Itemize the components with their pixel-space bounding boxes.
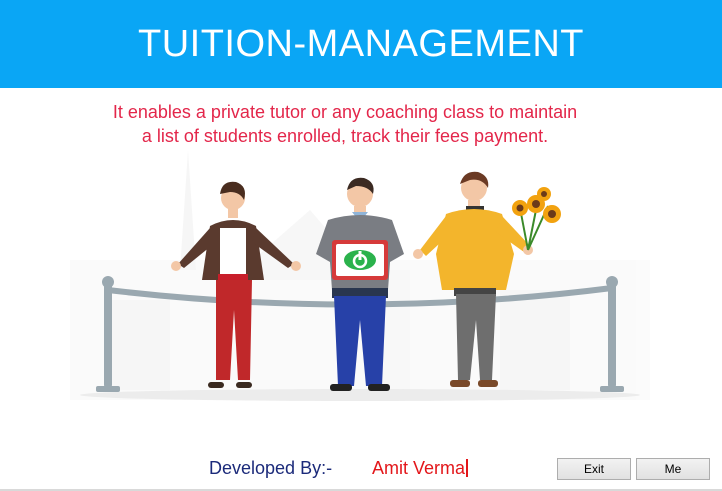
text-caret (466, 459, 469, 477)
exit-button[interactable]: Exit (557, 458, 631, 480)
welcome-illustration (70, 150, 650, 401)
developed-by-label: Developed By:- (209, 458, 333, 478)
app-description: It enables a private tutor or any coachi… (112, 102, 578, 146)
developer-name: Amit Verma (372, 458, 466, 478)
app-header: TUITION-MANAGEMENT (0, 0, 722, 88)
app-title: TUITION-MANAGEMENT (138, 22, 584, 65)
me-button[interactable]: Me (636, 458, 710, 480)
developer-name-field: Amit Verma (372, 458, 469, 479)
power-logo-icon (344, 250, 376, 270)
